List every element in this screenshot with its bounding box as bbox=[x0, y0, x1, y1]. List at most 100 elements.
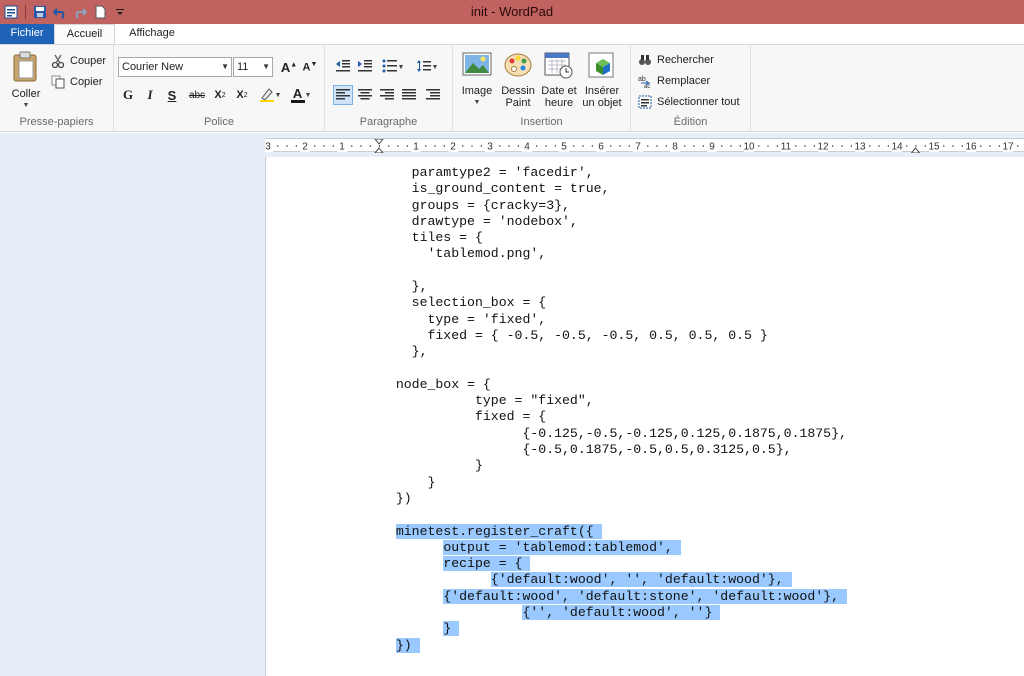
insert-object-button[interactable]: Insérer un objet bbox=[579, 51, 625, 109]
highlight-color-button[interactable]: ▼ bbox=[256, 85, 284, 105]
copy-button[interactable]: Copier bbox=[50, 72, 102, 92]
ruler-tick bbox=[924, 145, 926, 147]
align-right-button[interactable] bbox=[377, 85, 397, 105]
document-line[interactable]: type = "fixed", bbox=[380, 393, 847, 409]
ruler-tick bbox=[813, 145, 815, 147]
document-line[interactable]: fixed = { -0.5, -0.5, -0.5, 0.5, 0.5, 0.… bbox=[380, 328, 847, 344]
ruler-tick bbox=[277, 145, 279, 147]
bullet-list-button[interactable]: ▼ bbox=[379, 57, 407, 77]
document-line[interactable]: {-0.125,-0.5,-0.125,0.125,0.1875,0.1875}… bbox=[380, 426, 846, 442]
bold-button[interactable]: G bbox=[118, 85, 138, 105]
document-line[interactable] bbox=[380, 263, 847, 279]
select-all-button[interactable]: Sélectionner tout bbox=[637, 92, 740, 112]
ruler-tick bbox=[656, 145, 658, 147]
align-left-button[interactable] bbox=[333, 85, 353, 105]
highlighter-icon bbox=[259, 86, 275, 105]
shrink-font-button[interactable]: A▼ bbox=[300, 57, 320, 77]
grow-font-button[interactable]: A▲ bbox=[279, 57, 299, 77]
document-line[interactable]: }) bbox=[380, 491, 847, 507]
underline-button[interactable]: S bbox=[162, 85, 182, 105]
clipboard-group: Coller ▼ Couper Copier Presse-papiers bbox=[0, 45, 114, 131]
font-family-select[interactable]: Courier New ▼ bbox=[118, 57, 232, 77]
document-line[interactable]: selection_box = { bbox=[380, 295, 847, 311]
document-line[interactable]: {-0.5,0.1875,-0.5,0.5,0.3125,0.5}, bbox=[380, 442, 847, 458]
italic-button[interactable]: I bbox=[140, 85, 160, 105]
document-line[interactable]: type = 'fixed', bbox=[380, 312, 847, 328]
paragraph-group: ▼ ▼ Paragraphe bbox=[325, 45, 453, 131]
tab-file[interactable]: Fichier bbox=[0, 24, 54, 44]
document-line[interactable]: }) bbox=[380, 637, 847, 654]
increase-indent-icon bbox=[357, 59, 373, 76]
ribbon-tabs: Fichier Accueil Affichage bbox=[0, 24, 1024, 44]
ruler-label: 13 bbox=[854, 142, 866, 153]
document-line[interactable]: is_ground_content = true, bbox=[380, 181, 847, 197]
align-center-button[interactable] bbox=[355, 85, 375, 105]
svg-text:ac: ac bbox=[644, 84, 650, 88]
document-line[interactable]: } bbox=[380, 475, 847, 491]
insert-image-button[interactable]: Image ▼ bbox=[459, 51, 495, 109]
ruler-tick bbox=[388, 145, 390, 147]
document-line[interactable]: drawtype = 'nodebox', bbox=[380, 214, 847, 230]
ruler-label: 1 bbox=[339, 142, 345, 153]
copy-label: Copier bbox=[70, 76, 103, 88]
superscript-button[interactable]: X2 bbox=[232, 85, 252, 105]
ruler-tick bbox=[480, 145, 482, 147]
replace-button[interactable]: ab ac Remplacer bbox=[637, 71, 710, 91]
insert-image-label: Image bbox=[461, 85, 493, 97]
ruler-tick bbox=[610, 145, 612, 147]
tab-home[interactable]: Accueil bbox=[54, 24, 115, 44]
paste-button[interactable]: Coller ▼ bbox=[6, 51, 46, 112]
ruler-tick bbox=[434, 145, 436, 147]
document-line[interactable] bbox=[380, 361, 847, 377]
ruler-tick bbox=[758, 145, 760, 147]
ruler-tick bbox=[517, 145, 519, 147]
document-text[interactable]: paramtype2 = 'facedir', is_ground_conten… bbox=[380, 165, 847, 654]
document-line[interactable]: {'', 'default:wood', ''} bbox=[380, 605, 847, 621]
document-line[interactable]: } bbox=[380, 621, 847, 637]
ruler-tick bbox=[721, 145, 723, 147]
document-line[interactable]: {'default:wood', '', 'default:wood'}, bbox=[380, 572, 847, 588]
grow-font-icon: A▲ bbox=[280, 59, 298, 75]
right-indent-marker[interactable] bbox=[910, 147, 921, 154]
date-time-line1: Date et bbox=[541, 85, 577, 97]
date-time-button[interactable]: Date et heure bbox=[539, 51, 579, 109]
document-page[interactable]: paramtype2 = 'facedir', is_ground_conten… bbox=[265, 157, 1024, 676]
font-family-value: Courier New bbox=[122, 61, 184, 73]
document-line[interactable]: node_box = { bbox=[380, 377, 847, 393]
ruler-label: 6 bbox=[598, 142, 604, 153]
tab-view[interactable]: Affichage bbox=[117, 24, 187, 44]
editing-group-label: Édition bbox=[673, 116, 708, 128]
document-line[interactable]: recipe = { bbox=[380, 556, 847, 572]
ruler-scale: 3 2 1 1 2 3 4 5 6 7 8 9 10 11 12 13 14 15 16 17 bbox=[263, 138, 1019, 154]
chevron-down-icon: ▼ bbox=[221, 62, 229, 71]
line-spacing-button[interactable]: ▼ bbox=[413, 57, 441, 77]
ruler[interactable]: 3 2 1 1 2 3 4 5 6 7 8 9 10 11 12 13 14 15 16 17 bbox=[263, 138, 1024, 154]
strikethrough-button[interactable]: abc bbox=[185, 85, 209, 105]
paragraph-settings-button[interactable] bbox=[423, 85, 443, 105]
document-line[interactable]: }, bbox=[380, 344, 847, 360]
document-line[interactable]: paramtype2 = 'facedir', bbox=[380, 165, 847, 181]
decrease-indent-button[interactable] bbox=[333, 57, 353, 77]
document-line[interactable]: }, bbox=[380, 279, 847, 295]
font-size-select[interactable]: 11 ▼ bbox=[233, 57, 273, 77]
font-color-button[interactable]: A ▼ bbox=[287, 85, 315, 105]
find-button[interactable]: Rechercher bbox=[637, 50, 714, 70]
ruler-tick bbox=[869, 145, 871, 147]
document-line[interactable]: tiles = { bbox=[380, 230, 847, 246]
cut-button[interactable]: Couper bbox=[50, 51, 106, 71]
select-all-label: Sélectionner tout bbox=[657, 96, 740, 108]
document-line[interactable]: {'default:wood', 'default:stone', 'defau… bbox=[380, 588, 847, 605]
document-line[interactable]: fixed = { bbox=[380, 409, 847, 425]
justify-button[interactable] bbox=[399, 85, 419, 105]
subscript-button[interactable]: X2 bbox=[210, 85, 230, 105]
document-line[interactable]: minetest.register_craft({ bbox=[380, 523, 847, 540]
paste-label: Coller bbox=[11, 88, 41, 100]
document-line[interactable]: groups = {cracky=3}, bbox=[380, 198, 847, 214]
document-line[interactable] bbox=[380, 507, 847, 523]
increase-indent-button[interactable] bbox=[355, 57, 375, 77]
document-line[interactable]: output = 'tablemod:tablemod', bbox=[380, 539, 847, 556]
paint-drawing-button[interactable]: Dessin Paint bbox=[499, 51, 537, 109]
document-line[interactable]: } bbox=[380, 458, 847, 474]
document-line[interactable]: 'tablemod.png', bbox=[380, 246, 847, 262]
ruler-tick bbox=[536, 145, 538, 147]
